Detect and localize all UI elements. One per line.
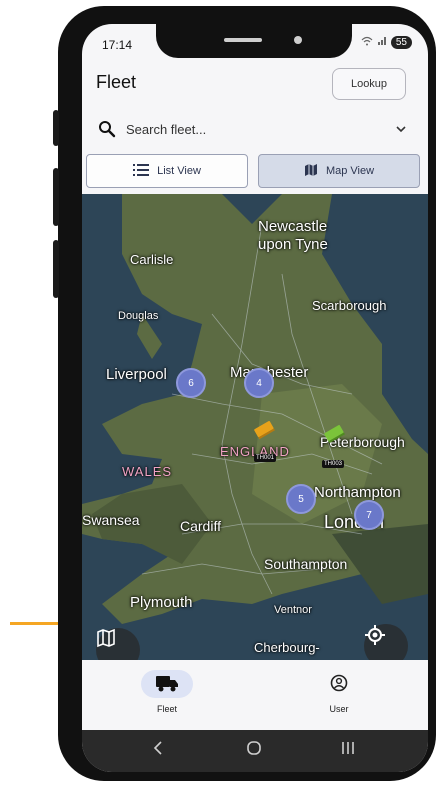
map-label-douglas: Douglas (118, 310, 159, 322)
cluster-marker[interactable]: 7 (354, 500, 384, 530)
map-icon (304, 163, 318, 180)
front-camera (294, 36, 302, 44)
nav-item-user[interactable]: User (294, 670, 384, 714)
phone-side-button (53, 168, 59, 226)
nav-icon-container (313, 670, 365, 698)
phone-side-button (53, 240, 59, 298)
map-label-cardiff: Cardiff (180, 518, 221, 534)
list-view-label: List View (157, 165, 201, 177)
locate-me-button[interactable] (364, 624, 408, 660)
list-view-button[interactable]: List View (86, 154, 248, 188)
map-label-newcastle: Newcastle upon Tyne (258, 218, 328, 253)
map-view-label: Map View (325, 165, 375, 177)
list-icon (133, 163, 150, 179)
search-input[interactable]: Search fleet... (126, 122, 206, 137)
page-title: Fleet (96, 72, 137, 92)
cluster-marker[interactable]: 4 (244, 368, 274, 398)
truck-label: TH003 (322, 460, 345, 468)
map-label-carlisle: Carlisle (130, 252, 174, 267)
truck-label: TH001 (254, 454, 277, 462)
truck-marker-icon[interactable] (322, 422, 348, 444)
search-bar[interactable]: Search fleet... (96, 118, 414, 142)
bottom-navigation: Fleet User (82, 660, 428, 730)
search-icon (98, 120, 116, 143)
camera-notch (156, 24, 352, 58)
status-time: 17:14 (102, 38, 133, 52)
map-label-southampton: Southampton (264, 556, 348, 572)
lookup-button[interactable]: Lookup (332, 68, 406, 100)
speaker-grille (224, 38, 262, 42)
cluster-marker[interactable]: 5 (286, 484, 316, 514)
nav-active-indicator (141, 670, 193, 698)
recents-icon[interactable] (340, 740, 356, 761)
truck-marker-icon[interactable] (252, 418, 278, 440)
map-label-scarborough: Scarborough (312, 298, 387, 313)
system-navigation-bar (82, 730, 428, 772)
back-icon[interactable] (152, 740, 164, 761)
nav-label-user: User (329, 704, 349, 714)
phone-screen: 17:14 55 Fleet Lookup Search fleet... Li… (82, 24, 428, 772)
user-icon (330, 674, 348, 694)
view-toggle: List View Map View (86, 154, 424, 190)
map-label-plymouth: Plymouth (130, 594, 193, 611)
nav-label-fleet: Fleet (156, 704, 177, 714)
map-label-liverpool: Liverpool (106, 366, 167, 383)
map-label-wales: WALES (122, 464, 173, 479)
phone-side-button (53, 110, 59, 146)
chevron-down-icon[interactable] (394, 122, 408, 141)
wifi-icon (361, 36, 373, 49)
map-label-cherbourg: Cherbourg- (254, 640, 320, 655)
signal-icon (377, 36, 387, 49)
nav-item-fleet[interactable]: Fleet (122, 670, 212, 714)
map-view-button[interactable]: Map View (258, 154, 420, 188)
cluster-marker[interactable]: 6 (176, 368, 206, 398)
map-label-ventnor: Ventnor (274, 604, 312, 616)
truck-icon (155, 674, 179, 694)
home-icon[interactable] (246, 740, 262, 761)
map-label-swansea: Swansea (82, 512, 140, 528)
battery-indicator: 55 (390, 36, 412, 49)
status-icons: 55 (361, 36, 412, 49)
fleet-map[interactable]: Newcastle upon Tyne Carlisle Scarborough… (82, 194, 428, 660)
map-label-northampton: Northampton (314, 484, 401, 501)
